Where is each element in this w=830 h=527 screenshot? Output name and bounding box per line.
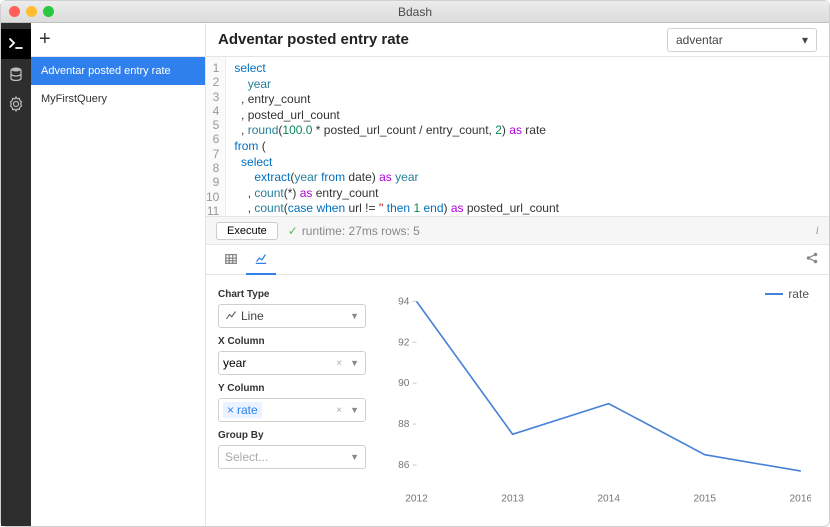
datasource-value: adventar	[676, 33, 723, 47]
tab-chart[interactable]	[246, 245, 276, 275]
execute-bar: Execute ✓ runtime: 27ms rows: 5 i	[206, 217, 829, 245]
window-title: Bdash	[1, 5, 829, 19]
sidebar-toolbar: +	[31, 23, 205, 57]
sidebar-item-0[interactable]: Adventar posted entry rate	[31, 57, 205, 85]
y-column-select[interactable]: × rate × ▼	[218, 398, 366, 422]
gear-icon	[8, 96, 24, 112]
chevron-down-icon: ▼	[350, 311, 359, 321]
clear-icon[interactable]: ×	[334, 405, 344, 416]
svg-text:92: 92	[398, 337, 410, 348]
chevron-down-icon: ▾	[802, 33, 808, 47]
chart-type-label: Chart Type	[218, 289, 366, 300]
nav-settings[interactable]	[1, 89, 31, 119]
remove-tag-icon[interactable]: ×	[227, 403, 234, 417]
x-column-select[interactable]: year × ▼	[218, 351, 366, 375]
info-icon[interactable]: i	[816, 223, 819, 238]
svg-text:94: 94	[398, 296, 410, 307]
chevron-down-icon: ▼	[348, 405, 361, 415]
code-area[interactable]: select year , entry_count , posted_url_c…	[226, 57, 567, 216]
titlebar: Bdash	[1, 1, 829, 23]
chart-legend: rate	[765, 287, 809, 301]
nav-rail	[1, 23, 31, 526]
svg-text:2016: 2016	[790, 494, 811, 505]
svg-text:2013: 2013	[501, 494, 524, 505]
x-column-label: X Column	[218, 336, 366, 347]
svg-text:88: 88	[398, 419, 410, 430]
tab-table[interactable]	[216, 245, 246, 275]
svg-text:2014: 2014	[597, 494, 620, 505]
main-pane: Adventar posted entry rate adventar ▾ 12…	[206, 23, 829, 526]
y-tag: × rate	[223, 402, 262, 418]
group-by-label: Group By	[218, 430, 366, 441]
chevron-down-icon: ▼	[348, 358, 361, 368]
query-sidebar: + Adventar posted entry rateMyFirstQuery	[31, 23, 206, 526]
result-area: Chart Type Line ▼ X Column year × ▼ Y Co…	[206, 275, 829, 526]
table-icon	[224, 252, 238, 266]
svg-text:86: 86	[398, 460, 410, 471]
y-column-label: Y Column	[218, 383, 366, 394]
terminal-icon	[8, 36, 24, 52]
sql-editor[interactable]: 1234567891011121314 select year , entry_…	[206, 57, 829, 217]
page-title: Adventar posted entry rate	[218, 31, 657, 48]
svg-text:90: 90	[398, 378, 410, 389]
nav-queries[interactable]	[1, 29, 31, 59]
nav-datasources[interactable]	[1, 59, 31, 89]
sidebar-item-1[interactable]: MyFirstQuery	[31, 85, 205, 113]
execute-button[interactable]: Execute	[216, 222, 278, 240]
line-chart: 86 88 90 92 94 2012 2013 2014 2015 2016	[384, 285, 811, 516]
database-icon	[8, 66, 24, 82]
chart-config: Chart Type Line ▼ X Column year × ▼ Y Co…	[206, 275, 378, 526]
result-tabs	[206, 245, 829, 275]
chevron-down-icon: ▼	[350, 452, 359, 462]
chart-canvas: rate 86 88 90 92 94 2012 2013 2014 2015 2016	[378, 275, 829, 526]
svg-text:2012: 2012	[405, 494, 428, 505]
chart-icon	[254, 252, 268, 266]
header: Adventar posted entry rate adventar ▾	[206, 23, 829, 57]
line-gutter: 1234567891011121314	[206, 57, 226, 216]
share-icon	[805, 251, 819, 265]
add-query-button[interactable]: +	[39, 28, 51, 51]
legend-label: rate	[788, 287, 809, 301]
exec-status: ✓ runtime: 27ms rows: 5	[288, 224, 420, 238]
group-by-select[interactable]: Select... ▼	[218, 445, 366, 469]
chart-type-select[interactable]: Line ▼	[218, 304, 366, 328]
svg-text:2015: 2015	[693, 494, 716, 505]
legend-swatch	[765, 293, 783, 295]
clear-icon[interactable]: ×	[334, 358, 344, 369]
share-button[interactable]	[805, 251, 819, 268]
datasource-select[interactable]: adventar ▾	[667, 28, 817, 52]
line-icon	[225, 310, 237, 322]
check-icon: ✓	[288, 224, 298, 238]
